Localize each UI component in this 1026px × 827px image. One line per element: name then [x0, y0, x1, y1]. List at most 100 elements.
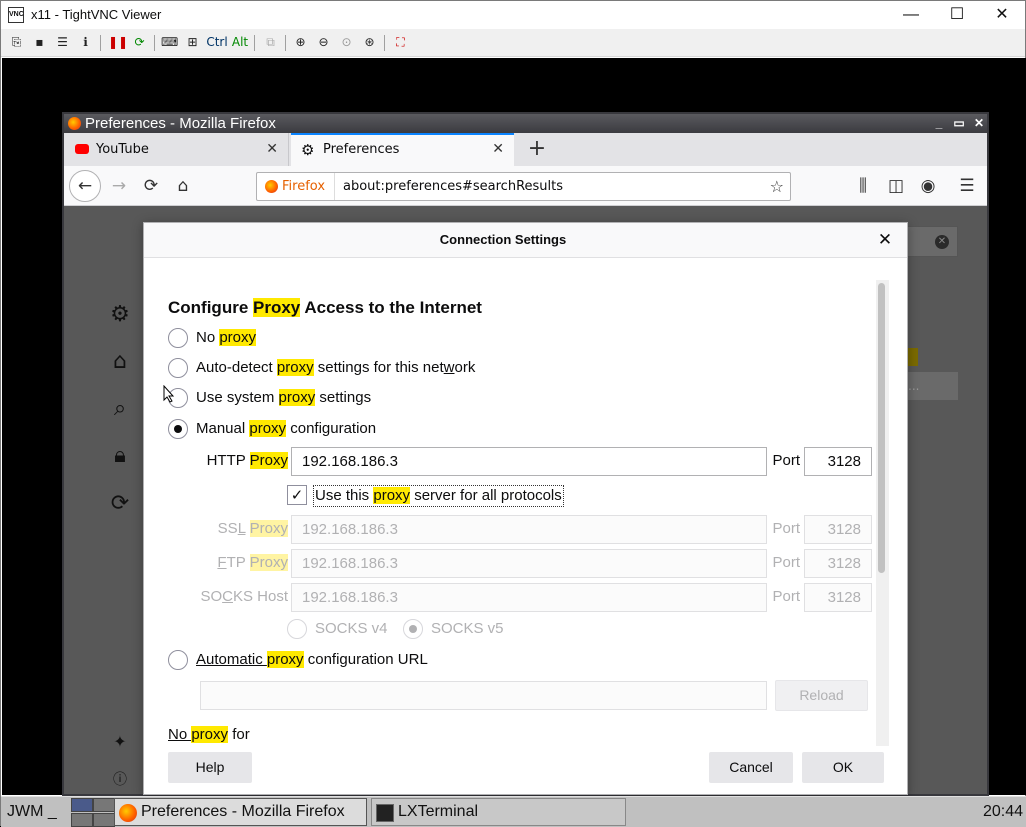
- socks-v5-radio[interactable]: [403, 619, 423, 639]
- home-icon[interactable]: ⌂: [108, 350, 132, 374]
- transfer-files-icon[interactable]: ⧉: [262, 34, 279, 51]
- general-gear-icon[interactable]: ⚙: [108, 303, 132, 327]
- zoom-out-icon[interactable]: ⊖: [315, 34, 332, 51]
- options-icon[interactable]: ☰: [54, 34, 71, 51]
- zoom-100-icon[interactable]: ⊙: [338, 34, 355, 51]
- socks-port-input[interactable]: 3128: [804, 583, 872, 612]
- zoom-in-icon[interactable]: ⊕: [292, 34, 309, 51]
- system-proxy-label[interactable]: Use system proxy settings: [196, 388, 371, 408]
- pager-desktop-3[interactable]: [71, 813, 93, 827]
- ff-minimize-button[interactable]: _: [930, 114, 948, 133]
- help-button[interactable]: Help: [168, 752, 252, 783]
- new-tab-button[interactable]: +: [522, 133, 552, 166]
- reload-button[interactable]: ⟳: [139, 174, 163, 198]
- auto-config-url-input[interactable]: [200, 681, 767, 710]
- taskbar-item-firefox[interactable]: Preferences - Mozilla Firefox: [114, 798, 367, 826]
- http-proxy-input[interactable]: 192.168.186.3: [291, 447, 767, 476]
- maximize-button[interactable]: ☐: [934, 1, 980, 29]
- identity-box[interactable]: Firefox: [257, 173, 335, 200]
- socks-v5-label[interactable]: SOCKS v5: [431, 619, 504, 639]
- account-icon[interactable]: ◉: [916, 174, 940, 198]
- http-port-input[interactable]: 3128: [804, 447, 872, 476]
- menu-icon[interactable]: ☰: [955, 174, 979, 198]
- pause-icon[interactable]: ❚❚: [108, 34, 128, 51]
- ssl-port-input[interactable]: 3128: [804, 515, 872, 544]
- ftp-proxy-input[interactable]: 192.168.186.3: [291, 549, 767, 578]
- alt-key-button[interactable]: Alt: [230, 34, 250, 51]
- sidebar-icon[interactable]: ◫: [884, 174, 908, 198]
- socks-host-input[interactable]: 192.168.186.3: [291, 583, 767, 612]
- home-button[interactable]: ⌂: [171, 174, 195, 198]
- firefox-icon: [68, 117, 81, 130]
- lock-icon[interactable]: 🔒︎: [108, 444, 132, 468]
- tab-close-icon[interactable]: ✕: [492, 133, 504, 166]
- ssl-proxy-input[interactable]: 192.168.186.3: [291, 515, 767, 544]
- socks-v4-label[interactable]: SOCKS v4: [315, 619, 388, 639]
- help-icon[interactable]: ⓘ: [108, 768, 132, 792]
- taskbar-item-lxterminal[interactable]: LXTerminal: [371, 798, 626, 826]
- sync-icon[interactable]: ⟳: [108, 492, 132, 516]
- use-for-all-checkbox[interactable]: ✓: [287, 485, 307, 505]
- pager-desktop-4[interactable]: [93, 813, 115, 827]
- save-icon[interactable]: ▪: [31, 34, 48, 51]
- vnc-viewer-window: VNC x11 - TightVNC Viewer — ☐ ✕ ⎘ ▪ ☰ ℹ …: [0, 0, 1026, 827]
- auto-config-label[interactable]: Automatic proxy configuration URL: [196, 650, 428, 670]
- info-icon[interactable]: ℹ: [77, 34, 94, 51]
- tab-youtube[interactable]: YouTube ✕: [65, 133, 289, 166]
- fullscreen-icon[interactable]: ⛶: [392, 34, 409, 51]
- tab-close-icon[interactable]: ✕: [266, 133, 278, 166]
- auto-detect-label[interactable]: Auto-detect proxy settings for this netw…: [196, 358, 475, 378]
- dialog-scrollbar[interactable]: [876, 280, 889, 746]
- search-icon[interactable]: ⌕: [108, 397, 132, 421]
- ctrl-key-button[interactable]: Ctrl: [205, 34, 229, 51]
- new-connection-icon[interactable]: ⎘: [8, 34, 25, 51]
- url-bar[interactable]: Firefox about:preferences#searchResults …: [256, 172, 791, 201]
- vnc-window-title: x11 - TightVNC Viewer: [31, 7, 162, 22]
- scrollbar-thumb[interactable]: [878, 283, 885, 573]
- extensions-icon[interactable]: ✦: [108, 730, 132, 754]
- back-button[interactable]: ←: [69, 170, 101, 202]
- ftp-port-input[interactable]: 3128: [804, 549, 872, 578]
- bookmark-star-icon[interactable]: ☆: [770, 173, 784, 200]
- minimize-button[interactable]: —: [888, 1, 934, 29]
- auto-config-radio[interactable]: [168, 650, 188, 670]
- ff-close-button[interactable]: ✕: [970, 114, 988, 133]
- jwm-menu-button[interactable]: JWM _: [7, 797, 57, 826]
- url-text[interactable]: about:preferences#searchResults: [343, 173, 563, 200]
- reload-button[interactable]: Reload: [775, 680, 868, 711]
- library-icon[interactable]: ⫼: [851, 174, 875, 198]
- manual-proxy-radio[interactable]: [168, 419, 188, 439]
- terminal-icon: [376, 804, 394, 822]
- forward-button[interactable]: →: [107, 174, 131, 198]
- no-proxy-for-label: No proxy for: [168, 726, 250, 743]
- close-button[interactable]: ✕: [979, 1, 1025, 29]
- socks-v4-radio[interactable]: [287, 619, 307, 639]
- pager-desktop-1[interactable]: [71, 798, 93, 812]
- cancel-button[interactable]: Cancel: [709, 752, 793, 783]
- auto-detect-radio[interactable]: [168, 358, 188, 378]
- dialog-header: Connection Settings ✕: [144, 223, 907, 258]
- no-proxy-label[interactable]: No proxy: [196, 328, 257, 348]
- no-proxy-radio[interactable]: [168, 328, 188, 348]
- ok-button[interactable]: OK: [802, 752, 884, 783]
- clear-search-icon[interactable]: ✕: [935, 235, 949, 249]
- win-key-icon[interactable]: ⊞: [184, 34, 201, 51]
- zoom-fit-icon[interactable]: ⊛: [361, 34, 378, 51]
- firefox-title-bar: Preferences - Mozilla Firefox _ ▭ ✕: [64, 114, 987, 133]
- use-for-all-label[interactable]: Use this proxy server for all protocols: [313, 485, 564, 507]
- ctrl-alt-del-icon[interactable]: ⌨: [161, 34, 178, 51]
- tab-preferences[interactable]: ⚙ Preferences ✕: [291, 133, 514, 166]
- http-proxy-label: HTTP Proxy: [206, 452, 288, 469]
- firefox-icon: [119, 804, 137, 822]
- background-button: ...: [906, 372, 958, 400]
- refresh-icon[interactable]: ⟳: [131, 34, 148, 51]
- vnc-toolbar: ⎘ ▪ ☰ ℹ ❚❚ ⟳ ⌨ ⊞ Ctrl Alt ⧉ ⊕ ⊖ ⊙ ⊛ ⛶: [1, 29, 1025, 57]
- taskbar: JWM _ Preferences - Mozilla Firefox LXTe…: [1, 796, 1026, 827]
- dialog-close-button[interactable]: ✕: [872, 227, 898, 253]
- background-highlight: [908, 348, 918, 366]
- manual-proxy-label[interactable]: Manual proxy configuration: [196, 419, 376, 439]
- ff-maximize-button[interactable]: ▭: [950, 114, 968, 133]
- pager-desktop-2[interactable]: [93, 798, 115, 812]
- navigation-bar: ← → ⟳ ⌂ Firefox about:preferences#search…: [64, 166, 987, 206]
- ftp-port-label: Port: [772, 554, 800, 571]
